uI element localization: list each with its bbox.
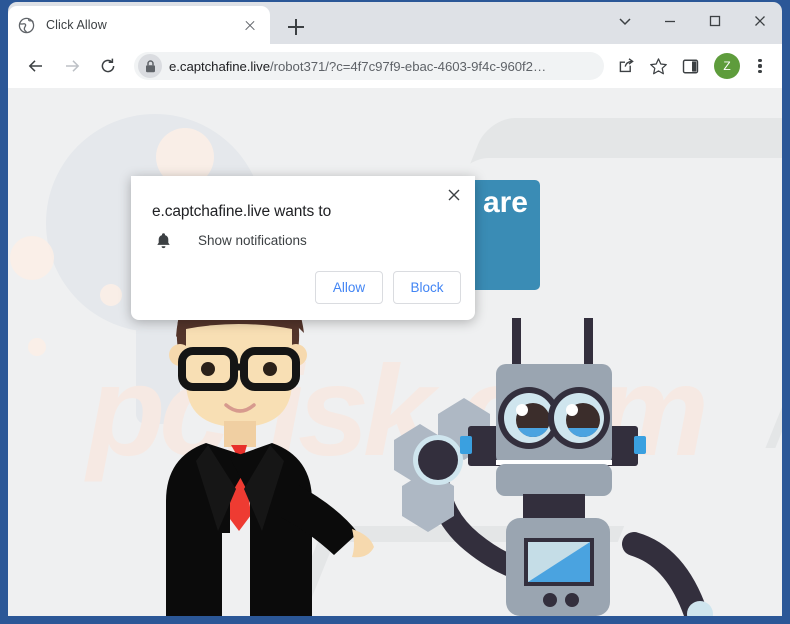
globe-icon	[18, 17, 35, 33]
url-path: /robot371/?c=4f7c97f9-ebac-4603-9f4c-960…	[270, 58, 547, 74]
tab-strip: Click Allow	[0, 0, 790, 44]
lock-icon[interactable]	[138, 54, 162, 78]
chevron-down-icon	[618, 18, 631, 26]
reload-button[interactable]	[94, 52, 122, 80]
forward-button	[58, 52, 86, 80]
permission-label: Show notifications	[198, 233, 307, 248]
arrow-left-icon	[28, 60, 42, 72]
minimize-button[interactable]	[647, 2, 692, 40]
star-icon	[649, 57, 667, 74]
notification-permission-dialog: e.captchafine.live wants to Show notific…	[131, 176, 475, 320]
share-button[interactable]	[612, 52, 640, 80]
side-panel-icon	[682, 59, 698, 73]
permission-row: Show notifications	[152, 232, 307, 249]
share-icon	[619, 58, 634, 73]
chrome-menu-button[interactable]	[746, 52, 774, 80]
robot-illustration	[394, 318, 713, 616]
kebab-dot	[758, 58, 762, 62]
reload-icon	[101, 58, 115, 73]
bookmark-button[interactable]	[644, 52, 672, 80]
dialog-actions: Allow Block	[315, 271, 461, 304]
kebab-dot	[758, 70, 762, 74]
page-viewport: pcrisk.com o are e.captchafine.live want…	[8, 88, 782, 616]
address-bar-text: e.captchafine.live/robot371/?c=4f7c97f9-…	[169, 59, 546, 74]
allow-button[interactable]: Allow	[315, 271, 383, 304]
dialog-title: e.captchafine.live wants to	[152, 203, 332, 220]
profile-avatar[interactable]: Z	[714, 53, 740, 79]
block-button[interactable]: Block	[393, 271, 461, 304]
side-panel-button[interactable]	[676, 52, 704, 80]
tab-search-button[interactable]	[602, 2, 647, 40]
back-button[interactable]	[22, 52, 50, 80]
arrow-right-icon	[66, 60, 80, 72]
dialog-close-icon[interactable]	[441, 182, 467, 208]
decorative-blob	[100, 284, 122, 306]
window-controls	[602, 2, 782, 40]
maximize-button[interactable]	[692, 2, 737, 40]
new-tab-button[interactable]	[282, 13, 310, 41]
decorative-blob	[10, 236, 54, 280]
close-button[interactable]	[737, 2, 782, 40]
browser-toolbar: e.captchafine.live/robot371/?c=4f7c97f9-…	[8, 44, 782, 88]
close-icon	[754, 16, 765, 26]
kebab-dot	[758, 64, 762, 68]
bell-icon	[152, 232, 174, 249]
tab-close-icon[interactable]	[240, 15, 260, 35]
tab-title: Click Allow	[46, 18, 107, 32]
url-domain: e.captchafine.live	[169, 58, 271, 74]
browser-tab[interactable]: Click Allow	[8, 6, 270, 44]
address-bar[interactable]: e.captchafine.live/robot371/?c=4f7c97f9-…	[134, 52, 604, 80]
browser-window: Click Allow e.captchafine.live/robot371/…	[0, 0, 790, 624]
minimize-icon	[664, 20, 675, 23]
maximize-icon	[709, 15, 720, 27]
